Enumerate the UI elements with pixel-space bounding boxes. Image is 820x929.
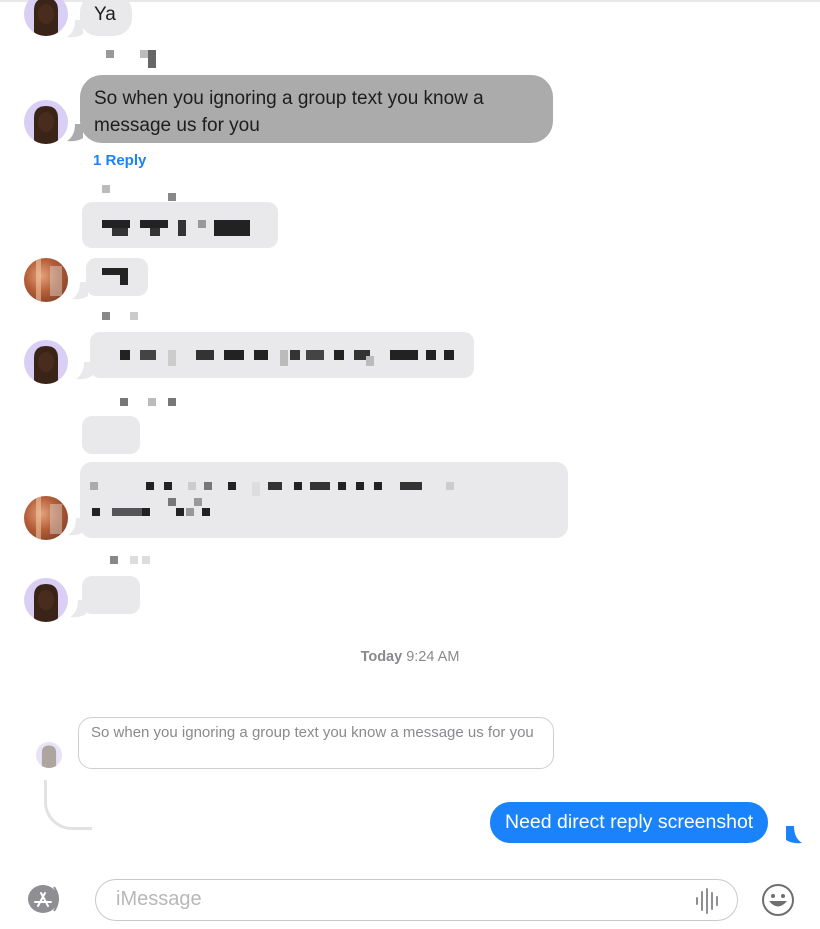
smiley-icon: [762, 884, 794, 916]
quoted-contact-avatar: [36, 742, 62, 768]
timestamp-day: Today: [360, 649, 403, 665]
memoji-avatar-icon: [34, 346, 58, 384]
audio-message-button[interactable]: [693, 888, 723, 914]
quoted-message-bubble[interactable]: So when you ignoring a group text you kn…: [78, 717, 554, 769]
redacted-sender-label: [106, 48, 156, 70]
contact-avatar[interactable]: [24, 258, 68, 302]
contact-avatar[interactable]: [24, 578, 68, 622]
redacted-text: [120, 350, 460, 366]
quoted-message-text: So when you ignoring a group text you kn…: [91, 724, 534, 741]
app-store-icon: [28, 885, 59, 913]
contact-avatar[interactable]: [24, 0, 68, 36]
redacted-text: [102, 220, 272, 236]
reply-thread-line: [44, 780, 92, 830]
message-composer: [0, 870, 820, 929]
redacted-message-bubble[interactable]: [86, 258, 148, 296]
memoji-avatar-icon: [34, 584, 58, 622]
contact-avatar[interactable]: [24, 496, 68, 540]
thread-replies-link[interactable]: 1 Reply: [93, 152, 146, 169]
contact-avatar[interactable]: [24, 100, 68, 144]
message-text: Need direct reply screenshot: [505, 811, 754, 833]
redacted-sender-label: [120, 398, 180, 408]
timestamp-time: 9:24 AM: [406, 649, 460, 665]
waveform-icon: [696, 888, 718, 914]
photo-avatar-icon: [36, 258, 62, 302]
message-bubble[interactable]: Ya: [80, 0, 132, 36]
redacted-text: [102, 268, 132, 288]
redacted-message-bubble[interactable]: [82, 576, 140, 614]
redacted-sender-label: [100, 183, 180, 203]
message-text: So when you ignoring a group text you kn…: [94, 88, 484, 136]
bubble-tail: [786, 826, 802, 844]
redacted-message-bubble[interactable]: [90, 332, 474, 378]
contact-avatar[interactable]: [24, 340, 68, 384]
memoji-avatar-icon: [41, 745, 57, 768]
redacted-message-bubble[interactable]: [80, 462, 568, 538]
redacted-sender-label: [102, 312, 142, 322]
redacted-sender-label: [110, 556, 170, 566]
memoji-avatar-icon: [34, 106, 58, 144]
message-bubble-selected[interactable]: So when you ignoring a group text you kn…: [80, 75, 553, 143]
imessage-input[interactable]: [116, 880, 676, 919]
conversation-timestamp: Today 9:24 AM: [0, 649, 820, 665]
app-store-button[interactable]: [26, 884, 66, 914]
redacted-text: [90, 482, 530, 522]
redacted-message-bubble[interactable]: [82, 416, 140, 454]
memoji-avatar-icon: [34, 0, 58, 36]
redacted-message-bubble[interactable]: [82, 202, 278, 248]
message-text: Ya: [94, 4, 116, 25]
photo-avatar-icon: [36, 496, 62, 540]
emoji-picker-button[interactable]: [760, 882, 796, 918]
outgoing-message-bubble[interactable]: Need direct reply screenshot: [490, 802, 769, 843]
imessage-input-field[interactable]: [95, 879, 738, 921]
